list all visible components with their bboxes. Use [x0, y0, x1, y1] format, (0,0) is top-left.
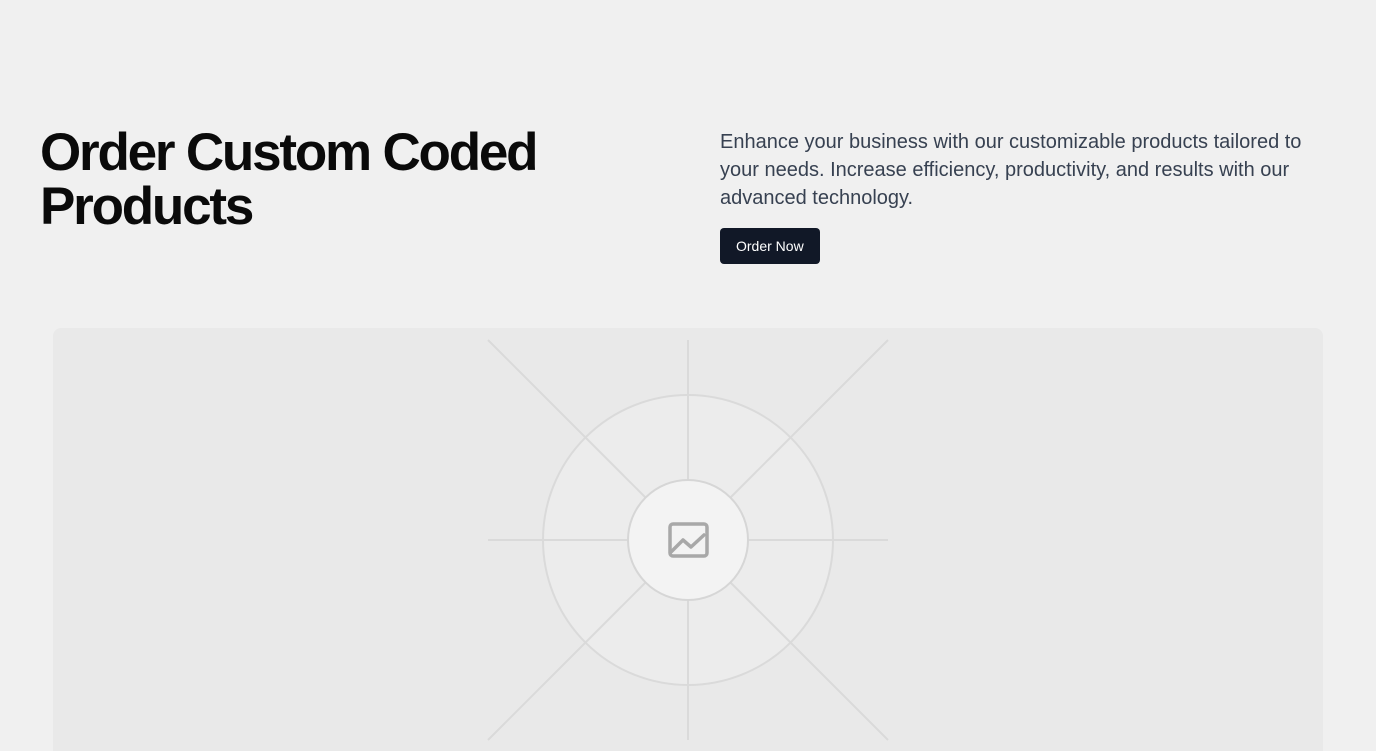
placeholder-pattern	[487, 339, 889, 741]
hero-section: Order Custom Coded Products Enhance your…	[0, 0, 1376, 751]
image-placeholder	[53, 328, 1323, 751]
page-title: Order Custom Coded Products	[40, 123, 539, 236]
hero-description: Enhance your business with our customiza…	[720, 131, 1302, 209]
order-now-button[interactable]: Order Now	[720, 228, 820, 264]
hero-content: Enhance your business with our customiza…	[720, 128, 1340, 264]
